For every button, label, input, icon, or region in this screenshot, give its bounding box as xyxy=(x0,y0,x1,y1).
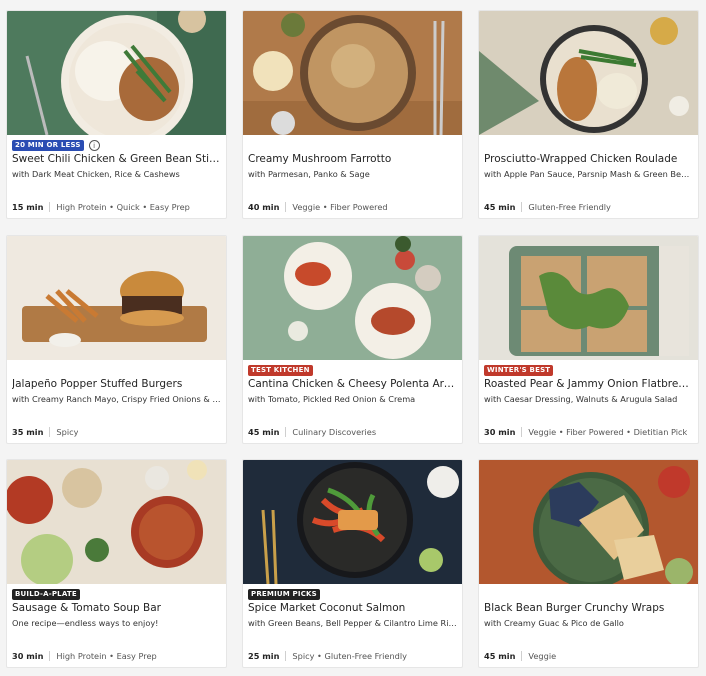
recipe-time: 40 min xyxy=(248,202,287,212)
recipe-subtitle: with Creamy Ranch Mayo, Crispy Fried Oni… xyxy=(12,394,221,404)
recipe-badge: BUILD-A-PLATE xyxy=(12,589,80,600)
recipe-time: 25 min xyxy=(248,651,287,661)
recipe-time: 35 min xyxy=(12,427,51,437)
recipe-tags: Culinary Discoveries xyxy=(292,427,377,437)
recipe-subtitle: with Creamy Guac & Pico de Gallo xyxy=(484,618,624,628)
recipe-title[interactable]: Roasted Pear & Jammy Onion Flatbreads xyxy=(484,377,693,391)
recipe-meta: 35 min Spicy xyxy=(12,427,221,437)
recipe-tags: Spicy xyxy=(56,427,79,437)
recipe-meta: 45 min Culinary Discoveries xyxy=(248,427,457,437)
recipe-image xyxy=(479,460,698,584)
recipe-card[interactable]: Black Bean Burger Crunchy Wraps with Cre… xyxy=(478,459,699,668)
recipe-subtitle: One recipe—endless ways to enjoy! xyxy=(12,618,159,628)
recipe-subtitle: with Apple Pan Sauce, Parsnip Mash & Gre… xyxy=(484,169,693,179)
recipe-subtitle: with Tomato, Pickled Red Onion & Crema xyxy=(248,394,416,404)
recipe-tags: Gluten-Free Friendly xyxy=(528,202,611,212)
recipe-image xyxy=(7,460,226,584)
recipe-meta: 40 min Veggie • Fiber Powered xyxy=(248,202,457,212)
recipe-card[interactable]: Creamy Mushroom Farrotto with Parmesan, … xyxy=(242,10,463,219)
recipe-image xyxy=(7,11,226,135)
recipe-title[interactable]: Creamy Mushroom Farrotto xyxy=(248,152,457,166)
recipe-tags: High Protein • Easy Prep xyxy=(56,651,157,661)
recipe-tags: High Protein • Quick • Easy Prep xyxy=(56,202,190,212)
recipe-tags: Veggie xyxy=(528,651,557,661)
recipe-tags: Veggie • Fiber Powered xyxy=(292,202,388,212)
recipe-card[interactable]: BUILD-A-PLATE Sausage & Tomato Soup Bar … xyxy=(6,459,227,668)
recipe-meta: 45 min Veggie xyxy=(484,651,693,661)
recipe-subtitle: with Dark Meat Chicken, Rice & Cashews xyxy=(12,169,180,179)
recipe-card[interactable]: TEST KITCHEN Cantina Chicken & Cheesy Po… xyxy=(242,235,463,444)
recipe-title[interactable]: Prosciutto-Wrapped Chicken Roulade xyxy=(484,152,693,166)
recipe-badge: 20 MIN OR LESS xyxy=(12,140,84,151)
recipe-title[interactable]: Spice Market Coconut Salmon xyxy=(248,601,457,615)
recipe-time: 45 min xyxy=(484,202,523,212)
recipe-time: 30 min xyxy=(484,427,523,437)
recipe-image xyxy=(243,460,462,584)
recipe-badge: TEST KITCHEN xyxy=(248,365,313,376)
recipe-badge: WINTER'S BEST xyxy=(484,365,554,376)
recipe-title[interactable]: Black Bean Burger Crunchy Wraps xyxy=(484,601,693,615)
recipe-meta: 15 min High Protein • Quick • Easy Prep xyxy=(12,202,221,212)
recipe-time: 45 min xyxy=(248,427,287,437)
recipe-subtitle: with Parmesan, Panko & Sage xyxy=(248,169,370,179)
recipe-meta: 25 min Spicy • Gluten-Free Friendly xyxy=(248,651,457,661)
recipe-image xyxy=(243,236,462,360)
recipe-meta: 30 min High Protein • Easy Prep xyxy=(12,651,221,661)
recipe-time: 15 min xyxy=(12,202,51,212)
recipe-subtitle: with Caesar Dressing, Walnuts & Arugula … xyxy=(484,394,678,404)
recipe-meta: 30 min Veggie • Fiber Powered • Dietitia… xyxy=(484,427,693,437)
info-icon[interactable]: i xyxy=(88,140,100,151)
recipe-tags: Veggie • Fiber Powered • Dietitian Pick xyxy=(528,427,688,437)
recipe-image xyxy=(243,11,462,135)
recipe-time: 45 min xyxy=(484,651,523,661)
recipe-image xyxy=(479,11,698,135)
recipe-card[interactable]: WINTER'S BEST Roasted Pear & Jammy Onion… xyxy=(478,235,699,444)
recipe-title[interactable]: Sweet Chili Chicken & Green Bean Stir-Fr… xyxy=(12,152,221,166)
recipe-tags: Spicy • Gluten-Free Friendly xyxy=(292,651,407,661)
recipe-card[interactable]: PREMIUM PICKS Spice Market Coconut Salmo… xyxy=(242,459,463,668)
recipe-card[interactable]: Jalapeño Popper Stuffed Burgers with Cre… xyxy=(6,235,227,444)
recipe-image xyxy=(7,236,226,360)
recipe-image xyxy=(479,236,698,360)
recipe-title[interactable]: Jalapeño Popper Stuffed Burgers xyxy=(12,377,221,391)
recipe-subtitle: with Green Beans, Bell Pepper & Cilantro… xyxy=(248,618,457,628)
recipe-title[interactable]: Cantina Chicken & Cheesy Polenta Arepas xyxy=(248,377,457,391)
recipe-card[interactable]: 20 MIN OR LESS i Sweet Chili Chicken & G… xyxy=(6,10,227,219)
recipe-time: 30 min xyxy=(12,651,51,661)
recipe-title[interactable]: Sausage & Tomato Soup Bar xyxy=(12,601,221,615)
recipe-badge: PREMIUM PICKS xyxy=(248,589,320,600)
recipe-card[interactable]: Prosciutto-Wrapped Chicken Roulade with … xyxy=(478,10,699,219)
recipe-meta: 45 min Gluten-Free Friendly xyxy=(484,202,693,212)
